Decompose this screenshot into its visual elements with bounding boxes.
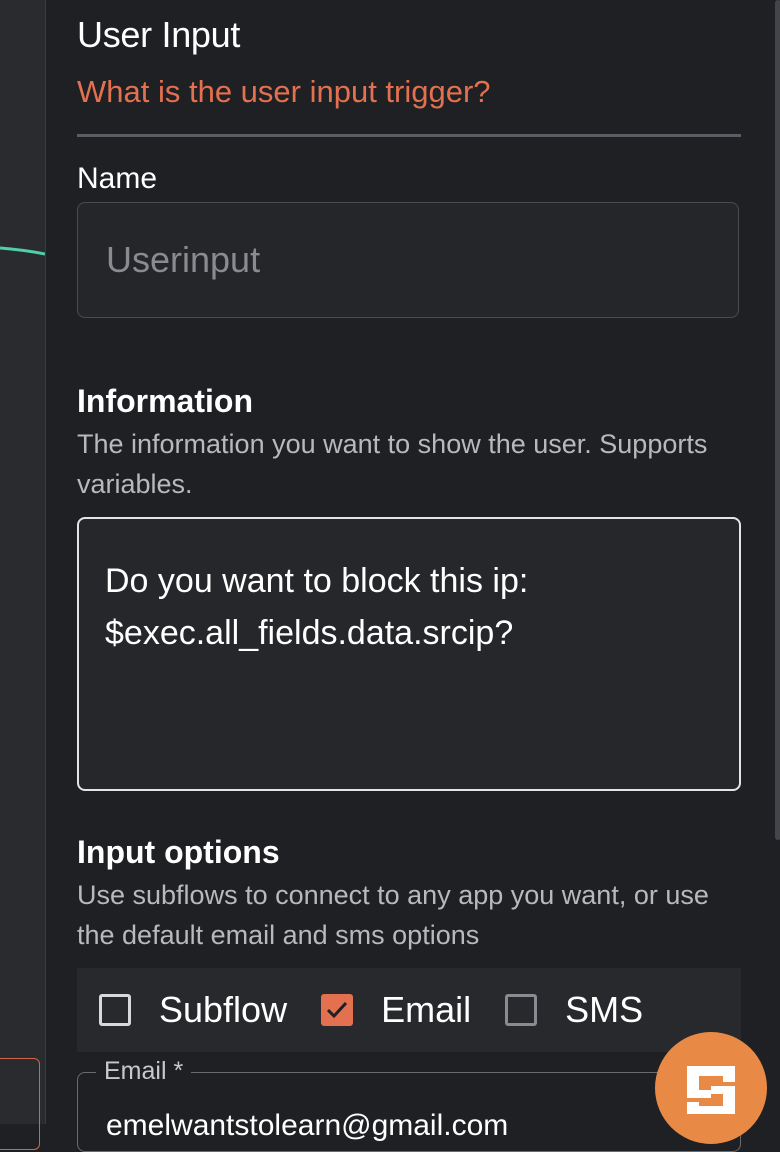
information-title: Information [77, 383, 253, 419]
email-field-label: Email * [96, 1057, 192, 1086]
information-textarea[interactable]: Do you want to block this ip: $exec.all_… [77, 517, 741, 791]
divider [77, 134, 741, 137]
input-options-title: Input options [77, 834, 280, 870]
workflow-edge [0, 246, 45, 256]
workflow-node[interactable] [0, 1058, 40, 1150]
option-email[interactable]: Email [321, 989, 471, 1031]
name-input[interactable] [78, 203, 738, 317]
information-description: The information you want to show the use… [77, 429, 708, 499]
email-field[interactable]: Email * emelwantstolearn@gmail.com [77, 1057, 741, 1152]
email-checkbox[interactable] [321, 994, 354, 1026]
user-input-panel: User Input What is the user input trigge… [45, 0, 780, 1152]
shuffle-logo-icon [687, 1066, 735, 1114]
subflow-label: Subflow [159, 989, 288, 1030]
option-sms[interactable]: SMS [505, 989, 643, 1031]
shuffle-logo-button[interactable] [655, 1032, 767, 1144]
scrollbar[interactable] [775, 0, 780, 840]
email-option-label: Email [381, 989, 472, 1030]
name-field[interactable] [77, 202, 739, 318]
sms-checkbox[interactable] [505, 994, 538, 1026]
name-label: Name [77, 162, 158, 195]
information-text[interactable]: Do you want to block this ip: $exec.all_… [105, 555, 713, 659]
input-options-description: Use subflows to connect to any app you w… [77, 880, 709, 950]
subflow-checkbox[interactable] [99, 994, 131, 1026]
checkmark-icon [327, 1001, 348, 1019]
input-options-row: Subflow Email SMS [77, 968, 741, 1052]
option-subflow[interactable]: Subflow [99, 989, 287, 1031]
workflow-canvas[interactable] [0, 0, 45, 1150]
panel-title: User Input [77, 14, 241, 55]
sms-label: SMS [565, 989, 644, 1030]
panel-subtitle: What is the user input trigger? [77, 74, 491, 109]
email-input[interactable]: emelwantstolearn@gmail.com [106, 1109, 508, 1143]
